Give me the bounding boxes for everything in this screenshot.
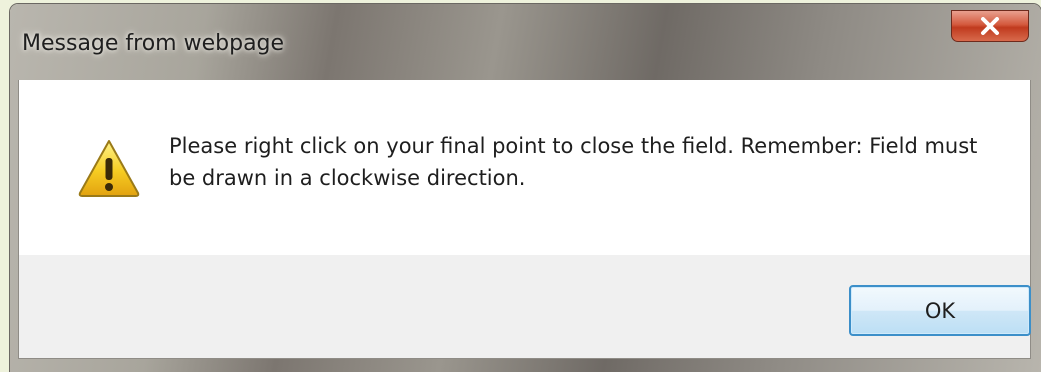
dialog-footer: OK: [18, 255, 1031, 359]
close-button[interactable]: [951, 10, 1029, 42]
message-dialog: Message from webpage Please right click …: [10, 4, 1041, 372]
dialog-title: Message from webpage: [22, 31, 285, 56]
close-icon: [979, 17, 1001, 35]
dialog-message: Please right click on your final point t…: [169, 134, 978, 190]
dialog-titlebar[interactable]: Message from webpage: [10, 4, 1041, 80]
warning-icon: [77, 138, 141, 198]
dialog-content: Please right click on your final point t…: [18, 80, 1031, 255]
ok-button[interactable]: OK: [849, 285, 1031, 336]
